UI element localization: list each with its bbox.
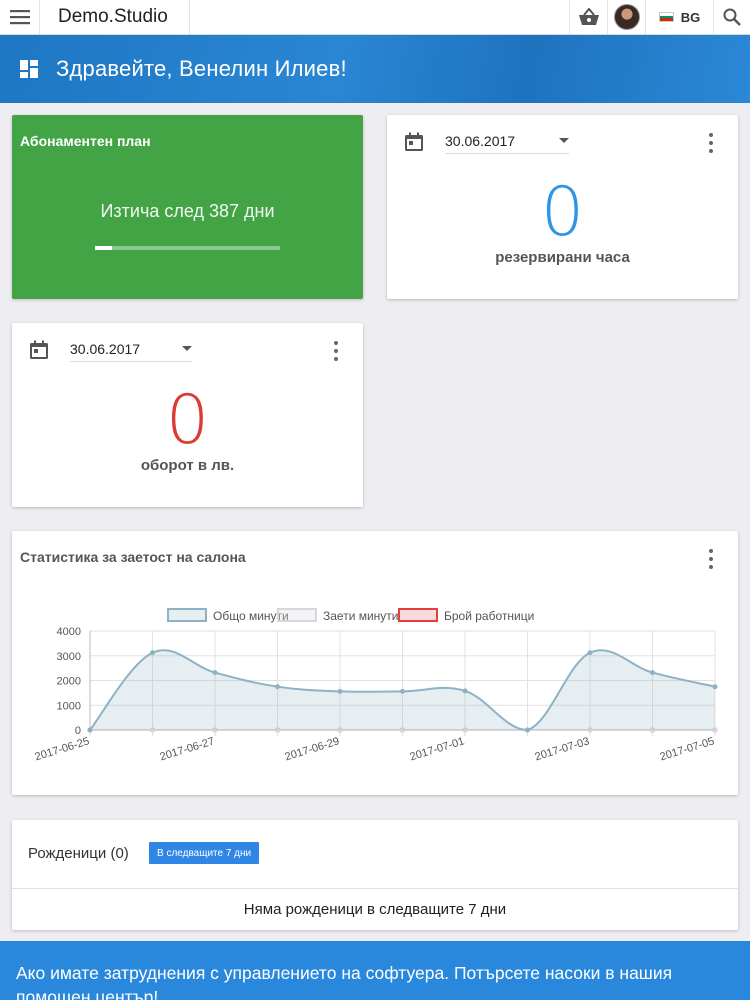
search-icon xyxy=(723,8,741,26)
data-point xyxy=(212,670,218,676)
legend-label: Брой работници xyxy=(444,609,534,623)
language-code: BG xyxy=(680,9,701,25)
language-selector[interactable]: BG xyxy=(646,0,714,34)
booked-hours-date-select[interactable]: 30.06.2017 xyxy=(445,128,569,154)
subscription-progress-bar xyxy=(95,246,280,250)
legend-swatch xyxy=(167,608,207,622)
y-tick-label: 3000 xyxy=(57,651,81,663)
data-point xyxy=(150,650,155,656)
basket-button[interactable] xyxy=(570,0,608,34)
search-button[interactable] xyxy=(714,0,750,34)
turnover-menu-icon[interactable] xyxy=(333,341,339,361)
subscription-expiry: Изтича след 387 дни xyxy=(100,201,275,221)
turnover-date-select[interactable]: 30.06.2017 xyxy=(70,336,192,362)
turnover-card: 30.06.2017 0 оборот в лв. xyxy=(12,323,363,507)
calendar-icon xyxy=(405,132,423,151)
hamburger-icon xyxy=(9,10,30,25)
chevron-down-icon xyxy=(559,138,569,143)
birthdays-period-badge[interactable]: В следващите 7 дни xyxy=(149,842,260,864)
turnover-label: оборот в лв. xyxy=(140,457,235,474)
top-bar: Demo.Studio BG xyxy=(0,0,750,35)
menu-button[interactable] xyxy=(0,0,40,34)
booked-hours-card: 30.06.2017 0 резервирани часа xyxy=(387,115,738,299)
subscription-card: Абонаментен план Изтича след 387 дни xyxy=(12,115,363,299)
legend-label: Заети минути xyxy=(323,609,399,623)
data-point xyxy=(587,650,593,656)
basket-icon xyxy=(578,8,599,25)
booked-hours-menu-icon[interactable] xyxy=(708,133,714,153)
y-tick-label: 2000 xyxy=(57,676,81,688)
help-footer-text[interactable]: Ако имате затруднения с управлението на … xyxy=(16,961,740,1000)
chevron-down-icon xyxy=(182,346,192,351)
help-footer: Ако имате затруднения с управлението на … xyxy=(0,941,750,1000)
y-tick-label: 4000 xyxy=(57,626,81,638)
x-tick-label: 2017-06-25 xyxy=(34,735,91,763)
x-tick-label: 2017-07-05 xyxy=(659,735,716,763)
dashboard-icon xyxy=(20,60,38,78)
app-title[interactable]: Demo.Studio xyxy=(40,0,190,34)
subscription-progress-fill xyxy=(95,246,112,250)
data-point xyxy=(87,727,93,733)
birthdays-card: Рожденици (0) В следващите 7 дни Няма ро… xyxy=(12,820,738,930)
legend-swatch xyxy=(398,608,438,622)
data-point xyxy=(337,688,343,694)
turnover-date: 30.06.2017 xyxy=(70,340,141,357)
data-point xyxy=(400,688,405,694)
user-avatar-button[interactable] xyxy=(608,0,646,34)
occupancy-chart: 0 1000 2000 3000 4000 2017-06-25 2017-06-27 201… xyxy=(34,608,718,763)
x-tick-label: 2017-07-03 xyxy=(534,735,591,763)
calendar-icon xyxy=(30,340,48,359)
legend-swatch xyxy=(277,608,317,622)
x-tick-label: 2017-06-27 xyxy=(159,735,216,763)
booked-hours-date: 30.06.2017 xyxy=(445,132,516,149)
data-point xyxy=(275,684,280,690)
data-point xyxy=(650,670,655,676)
birthdays-empty-message: Няма рожденици в следващите 7 дни xyxy=(243,901,507,918)
y-tick-label: 0 xyxy=(75,725,81,737)
booked-hours-label: резервирани часа xyxy=(495,249,630,266)
subscription-title: Абонаментен план xyxy=(20,133,151,149)
bulgaria-flag-icon xyxy=(658,12,674,22)
data-point xyxy=(712,684,718,690)
data-point xyxy=(462,688,468,694)
x-tick-label: 2017-07-01 xyxy=(409,735,466,763)
data-point xyxy=(525,727,530,733)
y-tick-label: 1000 xyxy=(57,700,81,712)
greeting-title: Здравейте, Венелин Илиев! xyxy=(56,56,347,81)
x-tick-label: 2017-06-29 xyxy=(284,735,341,763)
birthdays-title: Рожденици (0) xyxy=(28,845,129,862)
greeting-header: Здравейте, Венелин Илиев! xyxy=(0,35,750,103)
occupancy-chart-card: Статистика за заетост на салона 0 1000 200… xyxy=(12,531,738,795)
avatar xyxy=(613,4,640,30)
turnover-value: 0 xyxy=(165,381,210,460)
divider xyxy=(12,888,738,889)
booked-hours-value: 0 xyxy=(540,173,585,252)
